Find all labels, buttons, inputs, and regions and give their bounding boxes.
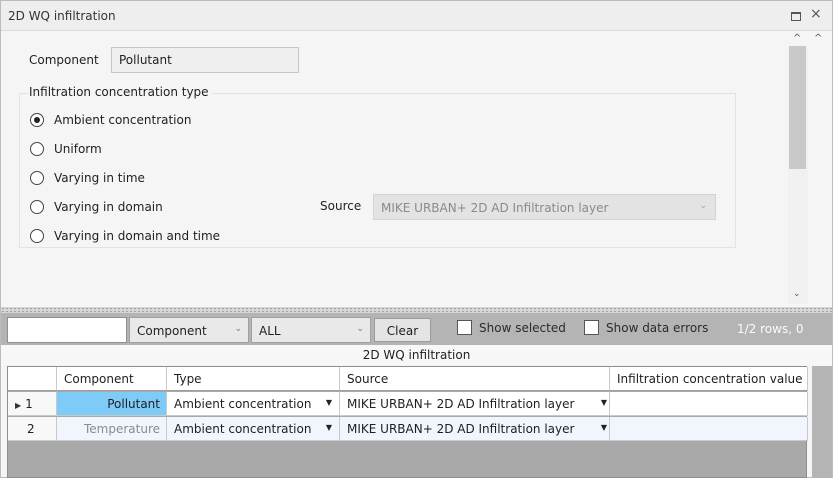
- row-number: 1: [25, 397, 33, 411]
- grid-toolbar: Component ⌄ ALL ⌄ Clear Show selected Sh…: [1, 313, 832, 345]
- component-label: Component: [29, 53, 99, 67]
- radio-varying-in-time[interactable]: Varying in time: [30, 169, 145, 187]
- chevron-down-icon: ⌄: [234, 324, 242, 334]
- cell-type-value: Ambient concentration: [174, 422, 312, 436]
- checkbox-icon: [584, 320, 599, 335]
- checkbox-icon: [457, 320, 472, 335]
- radio-varying-in-domain[interactable]: Varying in domain: [30, 198, 163, 216]
- source-dropdown[interactable]: MIKE URBAN+ 2D AD Infiltration layer ⌄: [373, 194, 716, 220]
- concentration-type-group: Ambient concentration Uniform Varying in…: [19, 93, 736, 248]
- chevron-down-icon: ⌄: [699, 201, 707, 211]
- cell-infiltration-value[interactable]: [610, 417, 808, 441]
- cell-type[interactable]: Ambient concentration ▼: [167, 417, 340, 441]
- cell-type-value: Ambient concentration: [174, 397, 312, 411]
- source-label: Source: [320, 199, 362, 213]
- radio-label: Varying in time: [54, 171, 145, 185]
- chevron-down-icon: ⌄: [356, 324, 364, 334]
- data-grid: Component Type Source Infiltration conce…: [7, 366, 808, 478]
- show-selected-label: Show selected: [479, 320, 566, 335]
- filter-value-dropdown[interactable]: ALL ⌄: [251, 317, 371, 343]
- radio-label: Ambient concentration: [54, 113, 192, 127]
- cell-source-value: MIKE URBAN+ 2D AD Infiltration layer: [347, 422, 575, 436]
- cell-source-value: MIKE URBAN+ 2D AD Infiltration layer: [347, 397, 575, 411]
- radio-icon: [30, 229, 44, 243]
- table-row[interactable]: 2 Temperature Ambient concentration ▼ MI…: [8, 417, 808, 441]
- radio-icon: [30, 171, 44, 185]
- dropdown-arrow-icon[interactable]: ▼: [601, 398, 607, 407]
- title-bar: 2D WQ infiltration ×: [1, 1, 832, 31]
- row-header[interactable]: ▶ 1: [8, 392, 57, 416]
- scroll-down-icon[interactable]: ⌄: [793, 289, 801, 299]
- grid-header-row: Component Type Source Infiltration conce…: [8, 367, 808, 391]
- cell-source[interactable]: MIKE URBAN+ 2D AD Infiltration layer ▼: [340, 392, 610, 416]
- scrollbar-thumb[interactable]: [789, 46, 806, 169]
- filter-field-value: Component: [137, 324, 207, 338]
- cell-type[interactable]: Ambient concentration ▼: [167, 392, 340, 416]
- window-title: 2D WQ infiltration: [8, 9, 116, 23]
- dialog-window: 2D WQ infiltration × ^ ^ Component Pollu…: [0, 0, 833, 478]
- radio-label: Varying in domain: [54, 200, 163, 214]
- row-header[interactable]: 2: [8, 417, 57, 441]
- dropdown-arrow-icon[interactable]: ▼: [326, 398, 332, 407]
- show-selected-checkbox[interactable]: Show selected: [457, 320, 566, 335]
- header-rownum: [8, 367, 57, 391]
- collapse-up-icon[interactable]: ^: [793, 33, 801, 44]
- restore-icon[interactable]: [789, 9, 801, 21]
- search-input[interactable]: [7, 317, 127, 343]
- cell-component[interactable]: Pollutant: [57, 392, 167, 416]
- grid-side-panel: [812, 366, 832, 478]
- radio-uniform[interactable]: Uniform: [30, 140, 102, 158]
- radio-icon: [30, 200, 44, 214]
- show-data-errors-checkbox[interactable]: Show data errors: [584, 320, 708, 335]
- radio-label: Varying in domain and time: [54, 229, 221, 243]
- grid-title: 2D WQ infiltration: [1, 345, 832, 365]
- cell-source[interactable]: MIKE URBAN+ 2D AD Infiltration layer ▼: [340, 417, 610, 441]
- dropdown-arrow-icon[interactable]: ▼: [601, 423, 607, 432]
- dropdown-arrow-icon[interactable]: ▼: [326, 423, 332, 432]
- filter-value: ALL: [259, 324, 281, 338]
- table-row[interactable]: ▶ 1 Pollutant Ambient concentration ▼ MIK…: [8, 392, 808, 416]
- cell-infiltration-value[interactable]: [610, 392, 808, 416]
- header-source[interactable]: Source: [340, 367, 610, 391]
- row-count: 1/2 rows, 0: [737, 322, 804, 336]
- radio-label: Uniform: [54, 142, 102, 156]
- form-panel: ^ ^ Component Pollutant Infiltration con…: [1, 32, 832, 307]
- row-number: 2: [27, 422, 35, 436]
- radio-ambient-concentration[interactable]: Ambient concentration: [30, 111, 191, 129]
- header-component[interactable]: Component: [57, 367, 167, 391]
- component-field[interactable]: Pollutant: [111, 47, 299, 73]
- source-dropdown-value: MIKE URBAN+ 2D AD Infiltration layer: [381, 201, 609, 215]
- cell-component[interactable]: Temperature: [57, 417, 167, 441]
- filter-field-dropdown[interactable]: Component ⌄: [129, 317, 249, 343]
- header-infiltration-value[interactable]: Infiltration concentration value: [610, 367, 808, 391]
- current-row-icon: ▶: [15, 401, 22, 410]
- collapse-up-icon-2[interactable]: ^: [814, 33, 822, 44]
- show-data-errors-label: Show data errors: [606, 320, 709, 335]
- radio-varying-in-domain-and-time[interactable]: Varying in domain and time: [30, 227, 220, 245]
- header-type[interactable]: Type: [167, 367, 340, 391]
- radio-selected-icon: [30, 113, 44, 127]
- group-title: Infiltration concentration type: [29, 85, 212, 99]
- vertical-scrollbar[interactable]: ⌄: [788, 46, 808, 304]
- clear-button[interactable]: Clear: [374, 318, 431, 342]
- close-icon[interactable]: ×: [810, 7, 822, 21]
- radio-icon: [30, 142, 44, 156]
